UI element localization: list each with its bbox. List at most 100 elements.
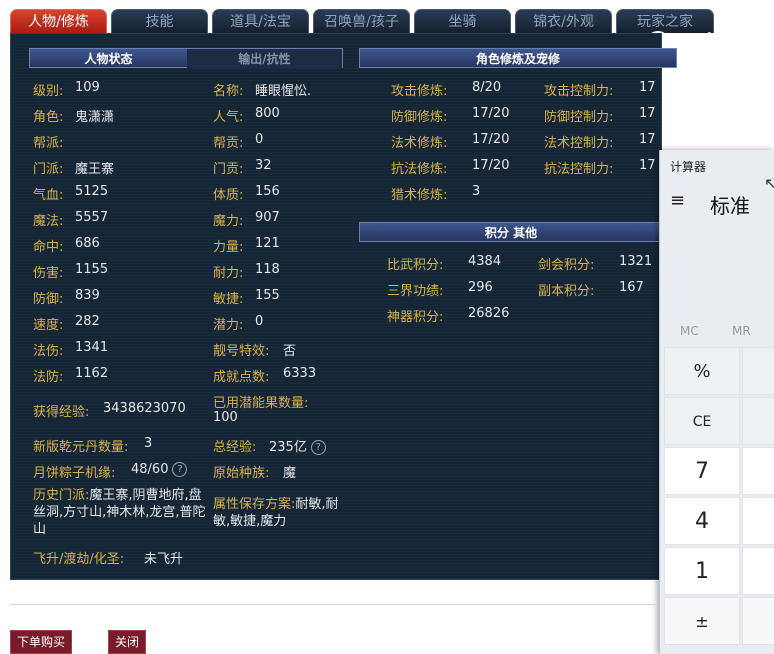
logo-text: CC直播 <box>674 32 737 53</box>
end-label: 耐力: <box>213 266 244 281</box>
zongzi-label: 月饼粽子机缘: <box>33 466 116 481</box>
mr-button[interactable]: MR <box>732 324 751 338</box>
mdmg-label: 法伤: <box>33 344 64 359</box>
mag-label: 魔力: <box>213 214 244 229</box>
ach-label: 成就点数: <box>213 370 270 385</box>
tab-character[interactable]: 人物/修炼 <box>10 9 107 33</box>
ce-button[interactable]: CE <box>664 397 740 445</box>
potfruit-label: 已用潜能果数量: <box>213 396 309 411</box>
artifact-points-value: 26826 <box>468 306 510 321</box>
dungeon-points-value: 167 <box>619 280 644 295</box>
damage-value: 1155 <box>75 262 109 277</box>
res-ctrl-label: 抗法控制力: <box>544 162 614 177</box>
hunt-cult-label: 猎术修炼: <box>391 188 448 203</box>
str-value: 121 <box>255 236 280 251</box>
pot-label: 潜力: <box>213 318 244 333</box>
speed-value: 282 <box>75 314 100 329</box>
pvp-points-label: 比武积分: <box>387 258 444 273</box>
pop-label: 人气: <box>213 110 244 125</box>
sectc-label: 门贡: <box>213 162 244 177</box>
calc-key-partial[interactable] <box>742 497 774 545</box>
calc-key-partial[interactable] <box>742 597 774 645</box>
calc-key-partial[interactable] <box>742 347 774 395</box>
mdef-label: 法防: <box>33 370 64 385</box>
mag-ctrl-label: 法术控制力: <box>544 136 614 151</box>
def-cult-label: 防御修炼: <box>391 110 448 125</box>
role-label: 角色: <box>33 110 64 125</box>
mdef-value: 1162 <box>75 366 109 381</box>
realm-merit-label: 三界功绩: <box>387 284 444 299</box>
tab-mounts[interactable]: 坐骑 <box>414 9 511 33</box>
level-label: 级别: <box>33 84 64 99</box>
buy-button[interactable]: 下单购买 <box>10 630 73 654</box>
pot-value: 0 <box>255 314 264 329</box>
def-ctrl-value: 17 <box>639 106 656 121</box>
digit-7-button[interactable]: 7 <box>664 447 740 495</box>
pill-value: 3 <box>144 436 153 451</box>
output-tab[interactable]: 输出/抗性 <box>187 49 342 69</box>
tab-outfit[interactable]: 锦衣/外观 <box>515 9 612 33</box>
calculator-mode: 标准 <box>710 194 750 218</box>
help-icon[interactable]: ? <box>310 440 326 455</box>
mp-label: 魔法: <box>33 214 64 229</box>
fly-value: 未飞升 <box>144 552 184 567</box>
defense-label: 防御: <box>33 292 64 307</box>
tab-skills[interactable]: 技能 <box>111 9 208 33</box>
mc-button[interactable]: MC <box>680 324 699 338</box>
dungeon-points-label: 副本积分: <box>538 284 595 299</box>
sword-points-value: 1321 <box>619 254 653 269</box>
tab-pets[interactable]: 召唤兽/孩子 <box>313 9 410 33</box>
help-icon[interactable]: ? <box>172 462 188 477</box>
damage-label: 伤害: <box>33 266 64 281</box>
scheme-label: 属性保存方案: <box>213 497 296 512</box>
points-header: 积分 其他 <box>359 222 663 242</box>
tab-items[interactable]: 道具/法宝 <box>212 9 309 33</box>
artifact-points-label: 神器积分: <box>387 310 444 325</box>
mdmg-value: 1341 <box>75 340 109 355</box>
digit-1-button[interactable]: 1 <box>664 547 740 595</box>
divider <box>10 604 655 605</box>
mag-value: 907 <box>255 210 280 225</box>
defense-value: 839 <box>75 288 100 303</box>
agi-label: 敏捷: <box>213 292 244 307</box>
calc-key-partial[interactable] <box>742 547 774 595</box>
cultivation-header: 角色修炼及宠修 <box>359 48 677 68</box>
end-value: 118 <box>255 262 280 277</box>
speed-label: 速度: <box>33 318 64 333</box>
percent-button[interactable]: % <box>664 347 740 395</box>
name-label: 名称: <box>213 84 244 99</box>
calculator-window[interactable]: 计算器 ↖ ≡ 标准 MC MR % CE 7 4 1 ± <box>659 150 774 654</box>
exp-label: 获得经验: <box>33 405 90 420</box>
hit-label: 命中: <box>33 240 64 255</box>
res-ctrl-value: 17 <box>639 158 656 173</box>
potfruit-value: 100 <box>213 410 238 425</box>
level-value: 109 <box>75 80 100 95</box>
agi-value: 155 <box>255 288 280 303</box>
hamburger-menu-icon[interactable]: ≡ <box>670 190 685 211</box>
atk-cult-value: 8/20 <box>472 80 502 95</box>
mp-value: 5557 <box>75 210 109 225</box>
race-label: 原始种族: <box>213 466 270 481</box>
realm-merit-value: 296 <box>468 280 493 295</box>
name-value: 睡眼惺忪. <box>255 84 312 99</box>
attr-scheme: 属性保存方案:耐敏,耐敏,敏捷,魔力 <box>213 496 339 530</box>
atk-cult-label: 攻击修炼: <box>391 84 448 99</box>
digit-4-button[interactable]: 4 <box>664 497 740 545</box>
mag-cult-label: 法术修炼: <box>391 136 448 151</box>
status-header: 人物状态 输出/抗性 <box>29 48 343 69</box>
def-ctrl-label: 防御控制力: <box>544 110 614 125</box>
status-tab[interactable]: 人物状态 <box>30 49 187 69</box>
fly-label: 飞升/渡劫/化圣: <box>33 552 125 567</box>
totexp-value: 235亿? <box>269 436 326 455</box>
sectc-value: 32 <box>255 158 272 173</box>
close-button[interactable]: 关闭 <box>108 630 147 654</box>
calc-key-partial[interactable] <box>742 447 774 495</box>
calc-key-partial[interactable] <box>742 397 774 445</box>
str-label: 力量: <box>213 240 244 255</box>
sword-points-label: 剑会积分: <box>538 258 595 273</box>
tab-bar: 人物/修炼 技能 道具/法宝 召唤兽/孩子 坐骑 锦衣/外观 玩家之家 <box>10 9 714 33</box>
role-value: 鬼潇潇 <box>75 110 115 125</box>
pop-value: 800 <box>255 106 280 121</box>
sect-label: 门派: <box>33 162 64 177</box>
negate-button[interactable]: ± <box>664 597 740 645</box>
